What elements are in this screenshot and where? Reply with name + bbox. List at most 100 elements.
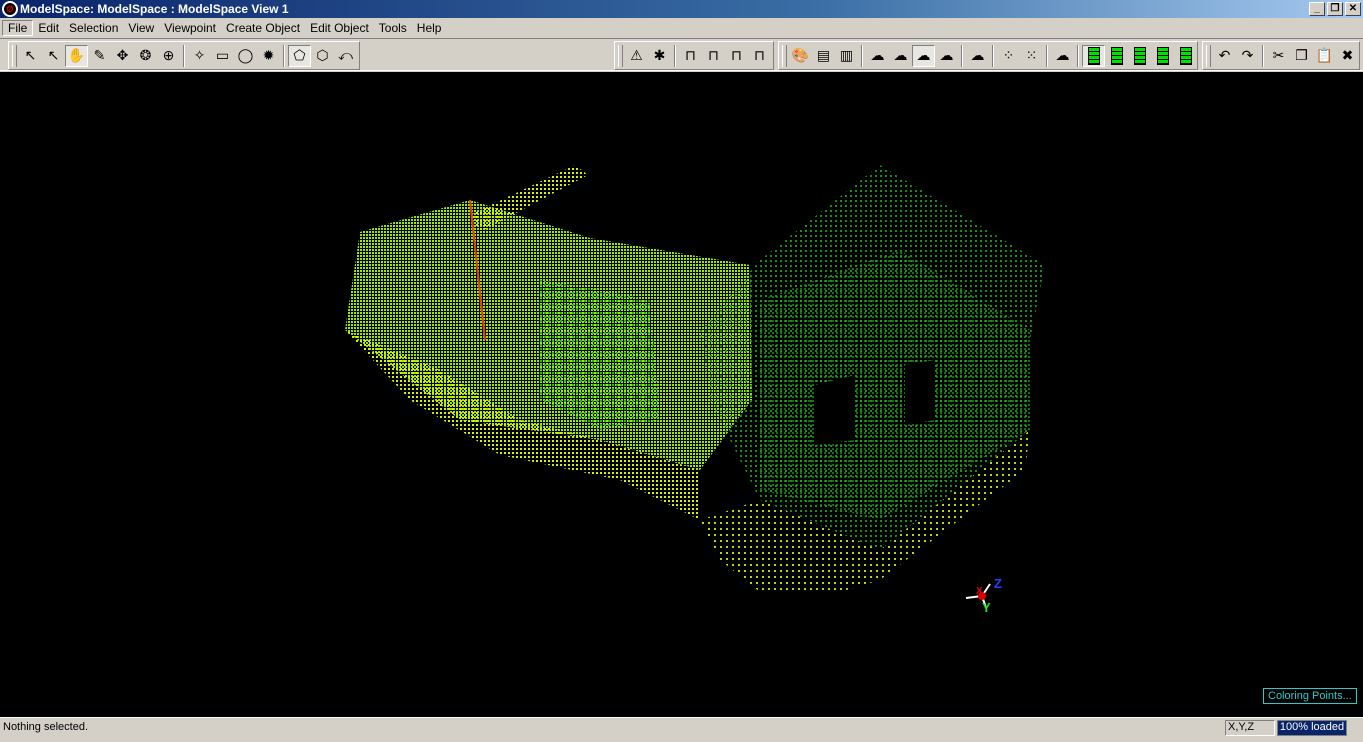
color-palette-icon: 🎨 [791,47,810,63]
density-5-icon [1179,46,1192,65]
toolbar-separator [674,44,676,67]
view-perspective-icon: ⬠ [293,47,306,63]
coloring-points-status: Coloring Points... [1263,688,1357,704]
pencil-icon: ✎ [93,47,106,63]
measure-button[interactable]: ⊓ [679,45,702,67]
select-arrow-button[interactable]: ↖ [19,45,42,67]
cut-button[interactable]: ✂ [1267,45,1290,67]
density-2-button[interactable] [1105,45,1128,67]
paste-button[interactable]: 📋 [1313,45,1336,67]
toolbars: ↖ ↖ ✋ ✎ ✥ ❂ ⊕ ✧ ▭ ◯ ✹ ⬠ ⬡ ⤺ ⚠ ✱ ⊓ ⊓ ⊓ ⊓ 🎨 ▤ ▥ ☁ ☁ ☁ ☁ ☁ ⁘ ⁙ ☁ ↶ ↷ ✂ ❐ 📋 ✖ [0,38,1363,71]
color-rainbow-button[interactable]: ▤ [812,45,835,67]
axis-y-label: Y [982,600,991,615]
pencil-button[interactable]: ✎ [88,45,111,67]
cloud-drop-button[interactable]: ☁ [935,45,958,67]
select-arrow-icon: ↖ [24,47,37,63]
coordinate-readout: X,Y,Z [1225,720,1275,736]
3d-viewport[interactable]: Z Y X Coloring Points... [0,72,1363,717]
point-pick-button[interactable]: ✱ [648,45,671,67]
pan-hand-button[interactable]: ✋ [65,44,88,67]
polygon-fence-button[interactable]: ✧ [188,45,211,67]
view-cube-button[interactable]: ⬡ [311,45,334,67]
toolbar-edit: ↖ ↖ ✋ ✎ ✥ ❂ ⊕ ✧ ▭ ◯ ✹ ⬠ ⬡ ⤺ [8,41,360,70]
cloud-render-button[interactable]: ☁ [866,45,889,67]
measure-2-button[interactable]: ⊓ [702,45,725,67]
menu-view[interactable]: View [123,21,159,35]
menu-create-object[interactable]: Create Object [221,21,305,35]
move-icon: ✥ [116,47,129,63]
select-add-button[interactable]: ↖ [42,45,65,67]
axis-z-label: Z [994,576,1002,591]
view-perspective-button[interactable]: ⬠ [288,44,311,67]
cloud-render-icon: ☁ [870,47,885,63]
redo-icon: ↷ [1241,47,1254,63]
menu-bar: File Edit Selection View Viewpoint Create Obj… [0,18,1363,38]
menu-viewpoint[interactable]: Viewpoint [159,21,221,35]
rectangle-fence-icon: ▭ [215,47,230,63]
delete-button[interactable]: ✖ [1336,45,1359,67]
color-rainbow-icon: ▤ [816,47,831,63]
undo-button[interactable]: ↶ [1213,45,1236,67]
axis-x-label: X [976,586,983,597]
density-3-button[interactable] [1128,45,1151,67]
clear-fence-button[interactable]: ✹ [257,45,280,67]
orbit-icon: ⊕ [162,47,175,63]
cloud-render-2-button[interactable]: ☁ [889,45,912,67]
app-icon[interactable]: Ø [2,1,18,17]
rotate-icon: ❂ [139,47,152,63]
orbit-button[interactable]: ⊕ [157,45,180,67]
circle-fence-button[interactable]: ◯ [234,45,257,67]
menu-selection[interactable]: Selection [64,21,123,35]
status-bar: Nothing selected. X,Y,Z 100% loaded [0,717,1363,742]
close-button[interactable]: ✕ [1345,2,1361,16]
toolbar-separator [961,44,963,67]
model-info-button[interactable]: ⚠ [625,45,648,67]
load-progress: 100% loaded [1277,720,1347,736]
measure-3-icon: ⊓ [731,47,742,63]
measure-icon: ⊓ [685,47,696,63]
menu-help[interactable]: Help [412,21,447,35]
color-grayscale-icon: ▥ [839,47,854,63]
toolbar-display: 🎨 ▤ ▥ ☁ ☁ ☁ ☁ ☁ ⁘ ⁙ ☁ [778,41,1198,70]
title-bar: Ø ModelSpace: ModelSpace : ModelSpace Vi… [0,0,1363,18]
grid-points-button[interactable]: ⁘ [997,45,1020,67]
paste-icon: 📋 [1315,47,1334,63]
viewpoint-rotate-button[interactable]: ⤺ [334,45,357,67]
measure-4-button[interactable]: ⊓ [748,45,771,67]
window [905,360,935,425]
move-button[interactable]: ✥ [111,45,134,67]
cloud-normal-button[interactable]: ☁ [912,44,935,67]
density-4-button[interactable] [1151,45,1174,67]
menu-edit-object[interactable]: Edit Object [305,21,374,35]
copy-button[interactable]: ❐ [1290,45,1313,67]
density-1-button[interactable] [1082,44,1105,67]
menu-file[interactable]: File [2,20,34,36]
color-palette-button[interactable]: 🎨 [789,45,812,67]
rotate-button[interactable]: ❂ [134,45,157,67]
clear-fence-icon: ✹ [262,47,275,63]
cloud-highlight-button[interactable]: ☁ [966,45,989,67]
density-1-icon [1087,46,1100,65]
color-grayscale-button[interactable]: ▥ [835,45,858,67]
cloud-highlight-icon: ☁ [970,47,985,63]
cloud-render-2-icon: ☁ [893,47,908,63]
restore-button[interactable]: ❐ [1327,2,1343,16]
menu-edit[interactable]: Edit [33,21,64,35]
menu-tools[interactable]: Tools [374,21,412,35]
point-cloud [345,165,1045,592]
cut-icon: ✂ [1272,47,1285,63]
select-add-icon: ↖ [47,47,60,63]
measure-3-button[interactable]: ⊓ [725,45,748,67]
density-5-button[interactable] [1174,45,1197,67]
minimize-button[interactable]: _ [1309,2,1325,16]
redo-button[interactable]: ↷ [1236,45,1259,67]
rectangle-fence-button[interactable]: ▭ [211,45,234,67]
cloud-cut-button[interactable]: ☁ [1051,45,1074,67]
cloud-cut-icon: ☁ [1055,47,1070,63]
window-title: ModelSpace: ModelSpace : ModelSpace View… [20,2,289,16]
toolbar-separator [283,44,285,67]
grid-points-2-button[interactable]: ⁙ [1020,45,1043,67]
density-2-icon [1110,46,1123,65]
toolbar-separator [1077,44,1079,67]
density-4-icon [1156,46,1169,65]
